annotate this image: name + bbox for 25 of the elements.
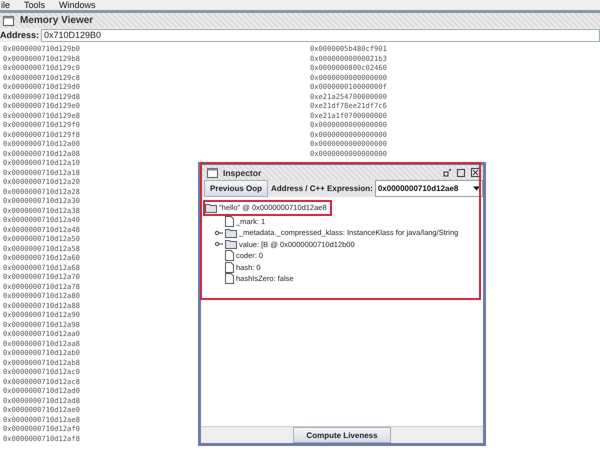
menu-item[interactable]: Tools: [24, 0, 46, 10]
expression-label: Address / C++ Expression:: [270, 183, 374, 195]
file-icon: [225, 262, 234, 273]
file-icon: [225, 216, 234, 227]
file-icon: [225, 250, 234, 262]
minimize-icon[interactable]: [443, 168, 452, 177]
expand-handle-icon[interactable]: [215, 241, 223, 248]
dropdown-caret-icon[interactable]: [473, 186, 480, 191]
address-field[interactable]: 0x710D129B0: [41, 28, 600, 42]
maximize-icon[interactable]: [457, 168, 466, 177]
expand-handle-icon[interactable]: [215, 230, 223, 236]
address-label: Address:: [0, 30, 40, 40]
menu-item[interactable]: Windows: [59, 0, 96, 10]
previous-oop-button[interactable]: Previous Oop: [204, 180, 268, 197]
window-icon: [3, 16, 14, 26]
expression-combo[interactable]: 0x0000000710d12ae8: [374, 180, 483, 197]
window-title: Inspector: [223, 168, 262, 178]
window-icon: [207, 168, 218, 178]
folder-icon: [225, 228, 237, 238]
window-title: Memory Viewer: [20, 15, 94, 26]
compute-liveness-button[interactable]: Compute Liveness: [293, 427, 391, 443]
file-icon: [225, 273, 234, 284]
close-icon[interactable]: [471, 168, 480, 177]
folder-icon: [225, 239, 237, 250]
menu-item[interactable]: ile: [1, 0, 10, 10]
